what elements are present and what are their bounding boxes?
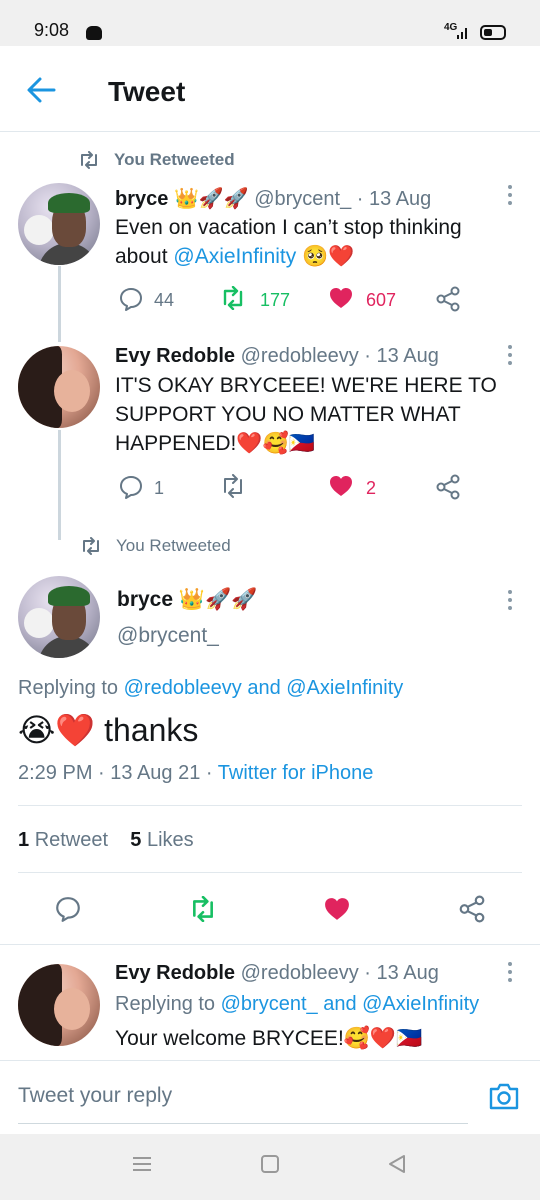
engagement-stats: 1 Retweet 5 Likes [18, 829, 194, 852]
heart-icon [330, 476, 352, 496]
likes-stat[interactable]: 5 Likes [130, 829, 193, 851]
more-options-icon[interactable] [507, 185, 513, 207]
user-name[interactable]: bryce 👑🚀🚀 [117, 588, 257, 612]
retweet-icon [223, 286, 243, 310]
status-bar: 9:08 4G [0, 0, 540, 46]
thread-line [58, 430, 61, 540]
retweet-button[interactable]: 177 [220, 286, 300, 314]
tweet-header: bryce 👑🚀🚀 @brycent_ · 13 Aug [115, 186, 431, 211]
divider [18, 805, 522, 806]
status-time: 9:08 [34, 20, 70, 40]
divider [18, 872, 522, 873]
handle-date: @redobleevy · 13 Aug [240, 345, 439, 367]
tweet-meta: 2:29 PM · 13 Aug 21 · Twitter for iPhone [18, 762, 374, 784]
retweet-indicator: You Retweeted [78, 150, 278, 172]
avatar[interactable] [18, 964, 100, 1046]
tweet-header: Evy Redoble @redobleevy · 13 Aug [115, 962, 439, 985]
menu-icon[interactable] [131, 1154, 153, 1174]
user-handle: @brycent_ [117, 624, 219, 647]
avatar[interactable] [18, 346, 100, 428]
source-link[interactable]: Twitter for iPhone [218, 762, 374, 784]
camera-icon[interactable] [488, 1081, 520, 1111]
avatar[interactable] [18, 576, 100, 658]
user-name[interactable]: bryce [115, 188, 168, 210]
handle-date: @brycent_ · 13 Aug [254, 188, 432, 210]
tweet-text: Your welcome BRYCEE!🥰❤️🇵🇭 [115, 1027, 423, 1050]
retweet-indicator: You Retweeted [80, 536, 280, 558]
mention-link[interactable]: @brycent_ and @AxieInfinity [221, 993, 480, 1015]
user-name[interactable]: Evy Redoble [115, 345, 235, 367]
heart-icon[interactable] [322, 896, 352, 922]
reply-icon [120, 288, 142, 311]
user-badges: 👑🚀🚀 [173, 188, 249, 210]
signal-icon [457, 28, 467, 39]
home-icon[interactable] [259, 1154, 281, 1174]
retweet-count: 177 [260, 290, 291, 310]
more-options-icon[interactable] [507, 345, 513, 367]
avatar[interactable] [18, 183, 100, 265]
reply-input[interactable]: Tweet your reply [18, 1068, 468, 1124]
more-options-icon[interactable] [507, 590, 513, 612]
back-arrow-icon[interactable] [22, 74, 62, 106]
more-options-icon[interactable] [507, 962, 513, 984]
tweet-header: Evy Redoble @redobleevy · 13 Aug [115, 345, 439, 368]
retweet-icon [224, 474, 242, 498]
heart-icon [330, 288, 352, 308]
mention-link[interactable]: @redobleevy and @AxieInfinity [124, 677, 404, 699]
reply-icon [120, 476, 142, 499]
divider [0, 944, 540, 945]
like-count: 607 [366, 290, 397, 310]
retweet-button[interactable] [220, 474, 260, 502]
user-badges: 👑🚀🚀 [178, 588, 258, 611]
reply-icon[interactable] [54, 895, 82, 923]
retweet-icon [83, 537, 99, 555]
handle-date: @redobleevy · 13 Aug [240, 962, 439, 984]
page-title: Tweet [108, 76, 186, 107]
reply-button[interactable]: 1 [118, 474, 178, 502]
mention-link[interactable]: @AxieInfinity [173, 245, 296, 268]
notification-icon [86, 26, 102, 40]
tweet-text: 😭❤️ thanks [18, 712, 199, 748]
battery-icon [480, 25, 506, 40]
like-count: 2 [366, 478, 377, 498]
like-button[interactable]: 2 [328, 474, 388, 502]
retweet-indicator-label: You Retweeted [114, 150, 235, 169]
share-icon[interactable] [458, 895, 486, 923]
user-name[interactable]: Evy Redoble [115, 962, 235, 984]
tweet-text: Even on vacation I can’t stop thinking a… [115, 216, 462, 268]
reply-button[interactable]: 44 [118, 286, 188, 314]
header: Tweet [0, 46, 540, 132]
replying-to: Replying to @brycent_ and @AxieInfinity [115, 993, 480, 1015]
retweet-indicator-label: You Retweeted [116, 536, 231, 555]
replying-to: Replying to @redobleevy and @AxieInfinit… [18, 677, 404, 699]
thread-line [58, 266, 61, 342]
reply-count: 1 [154, 478, 165, 498]
share-icon[interactable] [435, 286, 461, 312]
like-button[interactable]: 607 [328, 286, 408, 314]
system-nav-bar [0, 1134, 540, 1200]
back-icon[interactable] [386, 1154, 408, 1174]
retweets-stat[interactable]: 1 Retweet [18, 829, 108, 851]
retweet-icon [81, 151, 97, 169]
tweet-text: IT'S OKAY BRYCEEE! WE'RE HERE TO SUPPORT… [115, 374, 497, 455]
retweet-icon[interactable] [188, 896, 218, 922]
reply-count: 44 [154, 290, 175, 310]
share-icon[interactable] [435, 474, 461, 500]
